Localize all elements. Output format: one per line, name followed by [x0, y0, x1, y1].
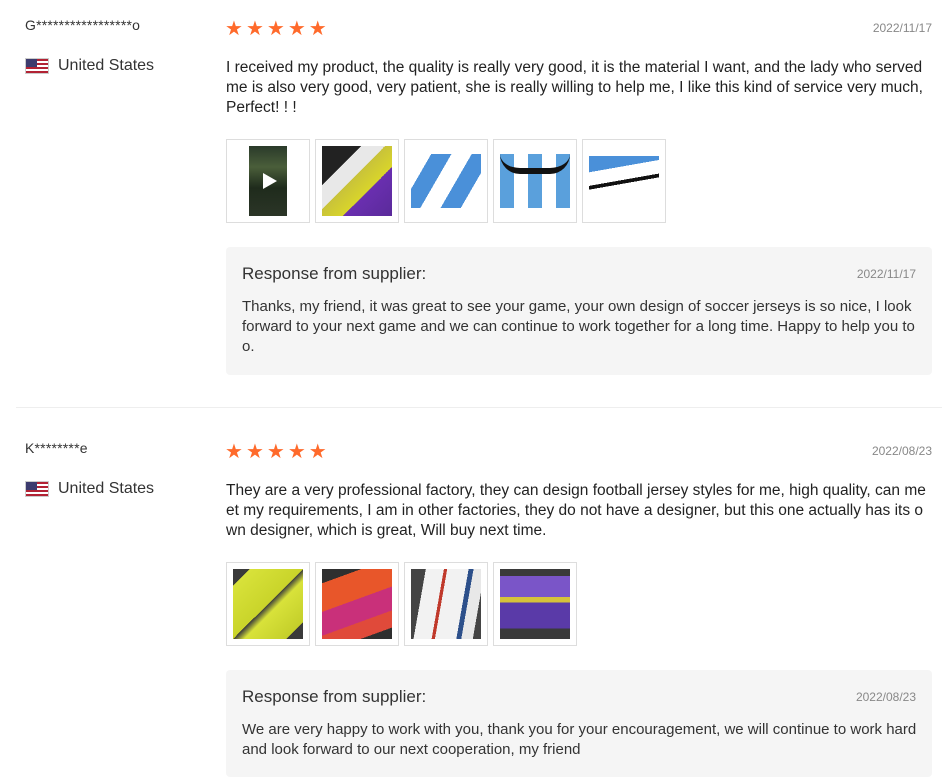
reviewer-name: G*****************o	[25, 17, 141, 33]
us-flag-icon	[25, 58, 49, 74]
review-thumbnails	[226, 562, 577, 646]
reviewer-country: United States	[25, 57, 154, 75]
review-thumbnails	[226, 139, 666, 223]
response-date: 2022/11/17	[856, 267, 916, 281]
star-icon: ★	[266, 18, 285, 40]
reviewer-name: K********e	[25, 440, 88, 456]
response-title: Response from supplier:	[242, 264, 427, 283]
us-flag-icon	[25, 481, 49, 497]
review-date: 2022/11/17	[872, 21, 932, 35]
star-icon: ★	[225, 441, 243, 463]
review-photo-thumbnail[interactable]	[315, 562, 399, 646]
review-photo-thumbnail[interactable]	[404, 562, 488, 646]
star-icon: ★	[308, 441, 327, 463]
star-icon: ★	[287, 441, 306, 463]
review-text: They are a very professional factory, th…	[226, 482, 926, 539]
country-label: United States	[58, 57, 155, 74]
review-photo-thumbnail[interactable]	[315, 139, 399, 223]
response-text: We are very happy to work with you, than…	[242, 721, 917, 758]
video-thumbnail[interactable]	[226, 139, 310, 223]
star-icon: ★	[308, 18, 327, 40]
star-icon: ★	[266, 441, 285, 463]
review-photo-thumbnail[interactable]	[226, 562, 310, 646]
star-icon: ★	[225, 18, 243, 40]
supplier-response: Response from supplier: 2022/08/23 We ar…	[226, 670, 932, 777]
star-icon: ★	[245, 18, 264, 40]
response-date: 2022/08/23	[855, 690, 916, 704]
review-text: I received my product, the quality is re…	[226, 59, 923, 116]
review-photo-thumbnail[interactable]	[582, 139, 666, 223]
review-photo-thumbnail[interactable]	[493, 139, 577, 223]
review-photo-thumbnail[interactable]	[493, 562, 577, 646]
rating-stars: ★ ★ ★ ★ ★	[225, 442, 327, 462]
response-text: Thanks, my friend, it was great to see y…	[242, 298, 915, 355]
supplier-response: Response from supplier: 2022/11/17 Thank…	[226, 247, 932, 375]
reviewer-country: United States	[25, 480, 154, 498]
review-divider	[16, 407, 942, 408]
rating-stars: ★ ★ ★ ★ ★	[225, 19, 327, 39]
country-label: United States	[58, 480, 155, 497]
star-icon: ★	[245, 441, 264, 463]
response-title: Response from supplier:	[242, 687, 427, 706]
review-photo-thumbnail[interactable]	[404, 139, 488, 223]
star-icon: ★	[287, 18, 306, 40]
review-date: 2022/08/23	[871, 444, 932, 458]
play-icon	[263, 173, 277, 189]
